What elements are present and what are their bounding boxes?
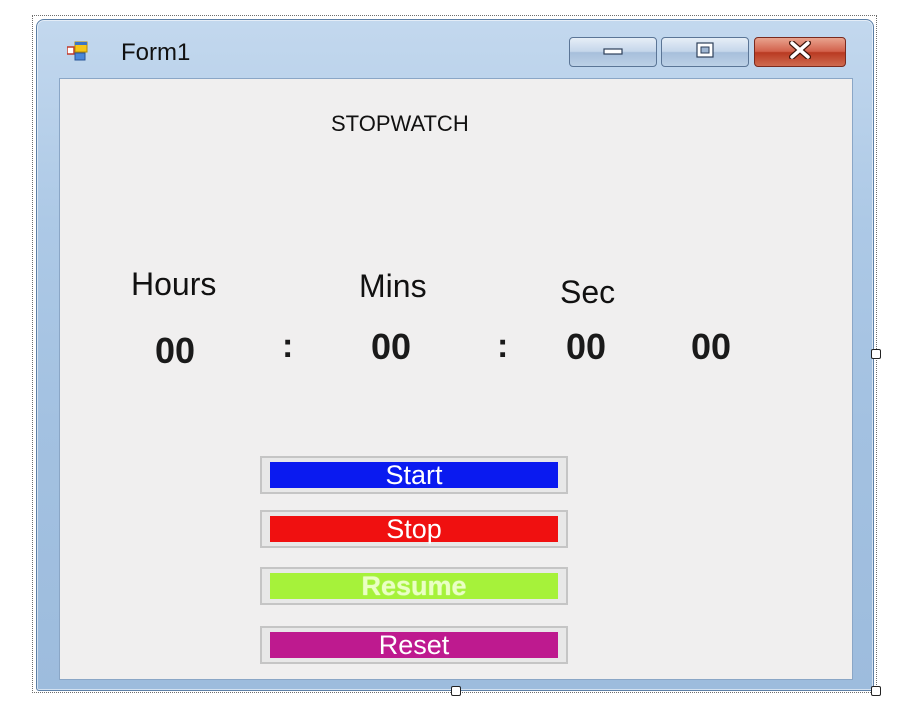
hours-display: 00 (155, 330, 196, 371)
resize-grip-bottom[interactable] (451, 686, 461, 696)
resume-button[interactable]: Resume (260, 567, 568, 605)
designer-surface: Form1 STOPWATCH Hours Mins Sec 00: 00:… (0, 0, 906, 704)
resize-grip-corner[interactable] (871, 686, 881, 696)
mins-display: 00 (371, 326, 412, 367)
title-bar[interactable]: Form1 (37, 20, 873, 78)
form-window[interactable]: Form1 STOPWATCH Hours Mins Sec 00: 00:… (36, 19, 874, 691)
hours-label: Hours (131, 266, 217, 302)
sec-display: 00 (566, 326, 607, 367)
close-button[interactable] (754, 37, 846, 67)
start-button[interactable]: Start (260, 456, 568, 494)
resume-button-label: Resume (270, 571, 558, 601)
sec-label: Sec (560, 274, 616, 310)
mins-label: Mins (359, 268, 427, 304)
reset-button[interactable]: Reset (260, 626, 568, 664)
colon-separator: : (282, 327, 294, 365)
centisec-display: 00 (691, 326, 732, 367)
close-icon (788, 39, 812, 64)
maximize-button[interactable] (661, 37, 749, 67)
stopwatch-heading: STOPWATCH (331, 111, 469, 136)
stop-button[interactable]: Stop (260, 510, 568, 548)
form-client-area: STOPWATCH Hours Mins Sec 00 : 00 : 00 00… (59, 78, 853, 680)
window-title: Form1 (121, 39, 191, 66)
minimize-icon (603, 43, 623, 61)
minimize-button[interactable] (569, 37, 657, 67)
resize-grip-right[interactable] (871, 349, 881, 359)
stop-button-label: Stop (270, 514, 558, 544)
form-icon (66, 41, 89, 61)
start-button-label: Start (270, 460, 558, 490)
maximize-icon (695, 41, 715, 63)
reset-button-label: Reset (270, 630, 558, 660)
colon-separator: : (497, 327, 509, 365)
